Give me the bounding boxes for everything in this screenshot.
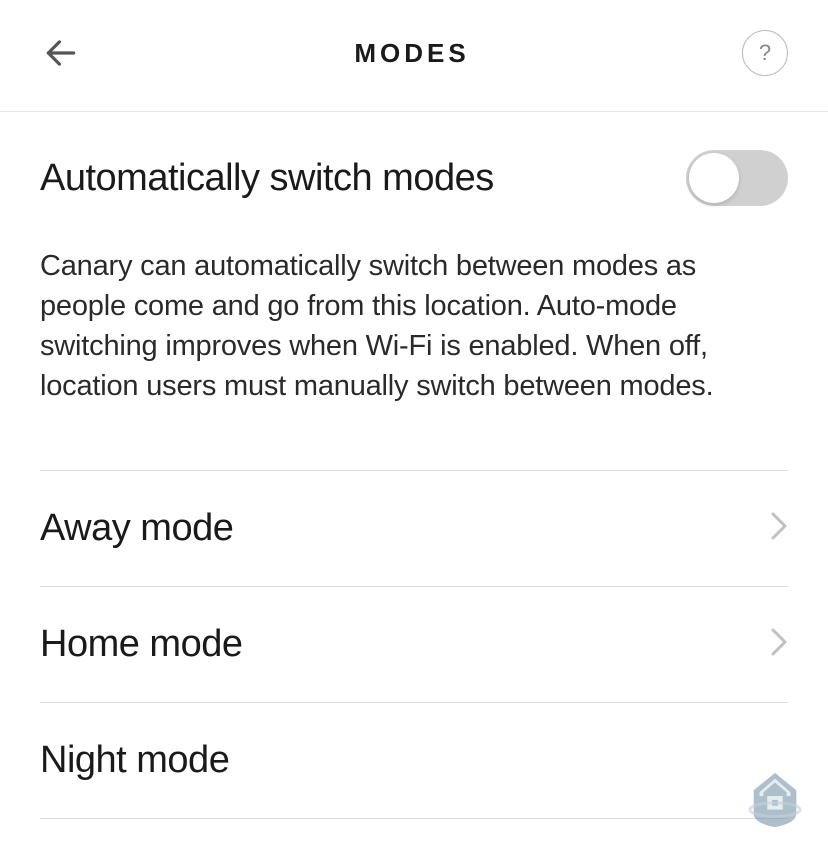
mode-row-night[interactable]: Night mode bbox=[40, 702, 788, 819]
auto-switch-label: Automatically switch modes bbox=[40, 157, 494, 200]
mode-label: Away mode bbox=[40, 507, 233, 550]
mode-label: Home mode bbox=[40, 623, 242, 666]
mode-label: Night mode bbox=[40, 739, 229, 782]
content: Automatically switch modes Canary can au… bbox=[0, 112, 828, 819]
help-button[interactable]: ? bbox=[742, 30, 788, 76]
auto-switch-row: Automatically switch modes bbox=[40, 150, 788, 206]
watermark-logo bbox=[744, 767, 806, 829]
auto-switch-description: Canary can automatically switch between … bbox=[40, 246, 788, 406]
help-icon: ? bbox=[759, 40, 771, 66]
mode-row-home[interactable]: Home mode bbox=[40, 586, 788, 702]
chevron-right-icon bbox=[770, 627, 788, 662]
toggle-knob bbox=[689, 153, 739, 203]
page-title: MODES bbox=[354, 38, 469, 69]
header: MODES ? bbox=[0, 0, 828, 112]
arrow-left-icon bbox=[42, 34, 80, 72]
mode-row-away[interactable]: Away mode bbox=[40, 470, 788, 586]
house-shield-icon bbox=[744, 767, 806, 829]
auto-switch-toggle[interactable] bbox=[686, 150, 788, 206]
back-button[interactable] bbox=[40, 32, 82, 74]
chevron-right-icon bbox=[770, 511, 788, 546]
